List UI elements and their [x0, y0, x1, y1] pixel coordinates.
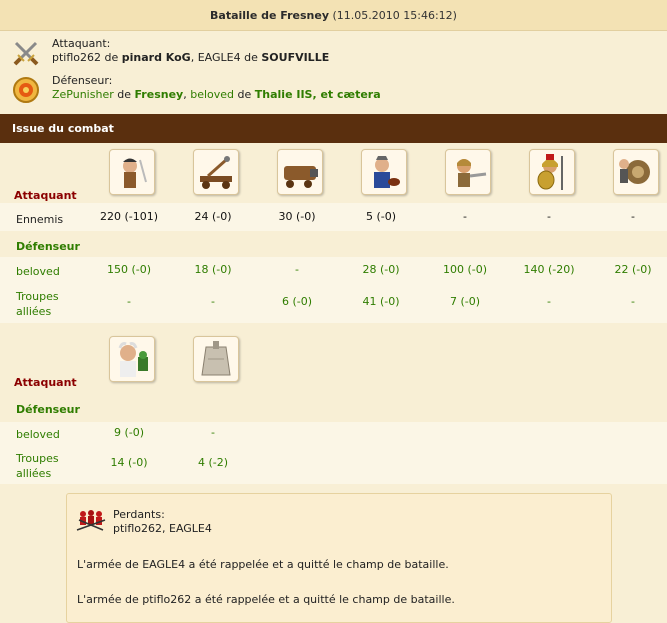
sea-allied-row-label: Troupes [16, 452, 59, 465]
sea-combat-table: Attaquant Défenseur beloved 9 (-0) - Troupes a… [0, 330, 667, 485]
attacker-city-2[interactable]: SOUFVILLE [261, 51, 329, 64]
defender-sep: , [183, 88, 187, 101]
table-cell: - [592, 283, 667, 321]
catapult-icon[interactable] [193, 149, 239, 195]
losers-names: ptiflo262, EAGLE4 [113, 522, 212, 535]
row-band [0, 330, 667, 388]
table-cell: 14 (-0) [88, 444, 172, 482]
attacker-player-2[interactable]: EAGLE4 [198, 51, 241, 64]
table-cell: - [88, 283, 172, 321]
table-cell: 28 (-0) [340, 257, 424, 283]
table-cell: 150 (-0) [88, 257, 172, 283]
defender-city-2[interactable]: Thalie IIS, et cætera [255, 88, 381, 101]
combat-result-header: Issue du combat [0, 114, 667, 143]
defender-city[interactable]: Fresney [135, 88, 184, 101]
table-cell: 22 (-0) [592, 257, 667, 283]
table-cell: 41 (-0) [340, 283, 424, 321]
doctor-icon[interactable] [109, 336, 155, 382]
slinger-icon[interactable] [361, 149, 407, 195]
shield-icon [13, 77, 39, 103]
table-cell: 24 (-0) [172, 205, 256, 229]
fallen-soldiers-icon [76, 510, 106, 531]
table-cell: 18 (-0) [172, 257, 256, 283]
attacker-player[interactable]: ptiflo262 [52, 51, 101, 64]
ballista-icon[interactable] [613, 149, 659, 195]
defender-row-label: Défenseur [16, 240, 80, 253]
recall-message-1: L'armée de EAGLE4 a été rappelée et a qu… [77, 558, 449, 571]
defender-label: Défenseur: [52, 74, 113, 87]
table-cell: - [256, 257, 340, 283]
table-cell: 220 (-101) [88, 205, 172, 229]
allied-row-label-line2: alliées [16, 305, 52, 318]
enemies-row-label: Ennemis [16, 213, 64, 226]
table-cell: - [592, 205, 667, 229]
table-cell: 100 (-0) [424, 257, 508, 283]
table-cell: - [508, 205, 592, 229]
table-cell: - [424, 205, 508, 229]
sea-defender-row-label: Défenseur [16, 403, 80, 416]
table-cell: 5 (-0) [340, 205, 424, 229]
spartan-icon[interactable] [529, 149, 575, 195]
attacker-label: Attaquant: [52, 37, 111, 50]
attacker-details: ptiflo262 de pinard KoG, EAGLE4 de SOUFV… [52, 51, 329, 64]
defender-player[interactable]: ZePunisher [52, 88, 114, 101]
land-combat-table: Attaquant Ennemis 220 (-101) 24 (-0) 30 (-0)… [0, 143, 667, 323]
sea-attacker-row-label: Attaquant [14, 376, 77, 389]
attacker-sep: , [190, 51, 195, 64]
sea-allied-row-label-line2: alliées [16, 467, 52, 480]
attacker-de-2: de [244, 51, 258, 64]
table-cell: - [508, 283, 592, 321]
hoplite-icon[interactable] [445, 149, 491, 195]
table-cell: 140 (-20) [508, 257, 592, 283]
defender-details: ZePunisher de Fresney, beloved de Thalie… [52, 88, 381, 101]
attacker-de-1: de [104, 51, 119, 64]
losers-box: Perdants: ptiflo262, EAGLE4 L'armée de E… [66, 493, 612, 623]
defender-player-2[interactable]: beloved [190, 88, 234, 101]
table-cell: 6 (-0) [256, 283, 340, 321]
wall-icon[interactable] [193, 336, 239, 382]
sea-beloved-row-label: beloved [16, 428, 60, 441]
crossed-swords-icon [13, 41, 39, 66]
swordsman-icon[interactable] [109, 149, 155, 195]
table-cell: 7 (-0) [424, 283, 508, 321]
battle-title: Bataille de Fresney [210, 9, 329, 22]
allied-row-label: Troupes [16, 290, 59, 303]
table-cell: 30 (-0) [256, 205, 340, 229]
attacker-city[interactable]: pinard KoG [122, 51, 191, 64]
table-cell: - [172, 283, 256, 321]
attacker-row-label: Attaquant [14, 189, 77, 202]
defender-de-1: de [117, 88, 131, 101]
battle-title-bar: Bataille de Fresney (11.05.2010 15:46:12… [0, 0, 667, 31]
battle-timestamp: (11.05.2010 15:46:12) [332, 9, 457, 22]
row-band [0, 388, 667, 422]
defender-de-2: de [237, 88, 252, 101]
table-cell: 4 (-2) [172, 444, 256, 482]
beloved-row-label: beloved [16, 265, 60, 278]
table-cell: 9 (-0) [88, 422, 172, 444]
row-band [0, 231, 667, 257]
table-cell: - [172, 422, 256, 444]
losers-label: Perdants: [113, 508, 165, 521]
battering-ram-icon[interactable] [277, 149, 323, 195]
recall-message-2: L'armée de ptiflo262 a été rappelée et a… [77, 593, 455, 606]
